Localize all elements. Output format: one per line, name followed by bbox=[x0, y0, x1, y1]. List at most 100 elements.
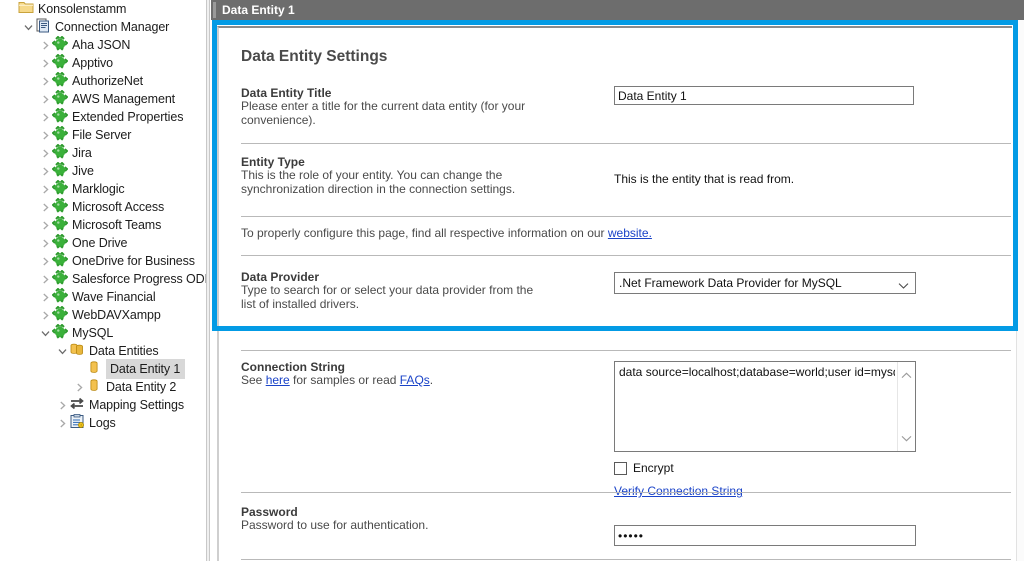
tree-node-marklogic[interactable]: Marklogic bbox=[0, 180, 206, 198]
data-provider-control: .Net Framework Data Provider for MySQL bbox=[614, 272, 916, 294]
chevron-right-icon[interactable] bbox=[38, 59, 52, 68]
tree-node-webdavxampp[interactable]: WebDAVXampp bbox=[0, 306, 206, 324]
chevron-right-icon[interactable] bbox=[38, 311, 52, 320]
chevron-right-icon[interactable] bbox=[38, 257, 52, 266]
password-input[interactable] bbox=[614, 525, 916, 546]
entity-icon bbox=[86, 378, 103, 396]
verify-connection-string-link[interactable]: Verify Connection String bbox=[614, 484, 743, 498]
connection-string-here-link[interactable]: here bbox=[266, 373, 290, 387]
connection-string-value: data source=localhost;database=world;use… bbox=[619, 365, 895, 379]
tree-node-konsolenstamm[interactable]: Konsolenstamm bbox=[0, 0, 206, 18]
tree-node-data-entity-2[interactable]: Data Entity 2 bbox=[0, 378, 206, 396]
chevron-right-icon[interactable] bbox=[72, 383, 86, 392]
tree-node-jira[interactable]: Jira bbox=[0, 144, 206, 162]
page-vertical-scrollbar[interactable] bbox=[1016, 20, 1024, 561]
chevron-right-icon[interactable] bbox=[38, 41, 52, 50]
plug-icon bbox=[52, 144, 69, 162]
chevron-right-icon[interactable] bbox=[38, 275, 52, 284]
tree-node-data-entity-1[interactable]: Data Entity 1 bbox=[0, 360, 206, 378]
scroll-up-icon[interactable] bbox=[901, 368, 912, 382]
tree-node-microsoft-access[interactable]: Microsoft Access bbox=[0, 198, 206, 216]
tree-node-authorizenet[interactable]: AuthorizeNet bbox=[0, 72, 206, 90]
data-provider-label: Data Provider bbox=[241, 270, 601, 284]
info-note-text: To properly configure this page, find al… bbox=[241, 226, 608, 240]
tree-node-logs[interactable]: !Logs bbox=[0, 414, 206, 432]
data-entity-title-input[interactable] bbox=[614, 86, 914, 105]
chevron-right-icon[interactable] bbox=[55, 419, 69, 428]
chevron-right-icon[interactable] bbox=[38, 77, 52, 86]
entity-type-value: This is the entity that is read from. bbox=[614, 172, 794, 186]
tree-node-aha-json[interactable]: Aha JSON bbox=[0, 36, 206, 54]
data-entity-title-control bbox=[614, 86, 914, 105]
plug-icon bbox=[52, 324, 69, 342]
tree-node-mysql[interactable]: MySQL bbox=[0, 324, 206, 342]
data-provider-value: .Net Framework Data Provider for MySQL bbox=[619, 276, 842, 290]
tree-node-extended-properties[interactable]: Extended Properties bbox=[0, 108, 206, 126]
console-tree-panel[interactable]: KonsolenstammConnection ManagerAha JSONA… bbox=[0, 0, 206, 561]
chevron-down-icon bbox=[898, 279, 909, 293]
chevron-right-icon[interactable] bbox=[38, 113, 52, 122]
tree-node-aws-management[interactable]: AWS Management bbox=[0, 90, 206, 108]
divider-5 bbox=[241, 492, 1011, 493]
tree-node-label: Microsoft Teams bbox=[72, 216, 165, 234]
connection-string-label: Connection String bbox=[241, 360, 601, 374]
connection-string-faqs-link[interactable]: FAQs bbox=[400, 373, 430, 387]
plug-icon bbox=[52, 306, 69, 324]
tree-node-mapping-settings[interactable]: Mapping Settings bbox=[0, 396, 206, 414]
tree-node-data-entities[interactable]: Data Entities bbox=[0, 342, 206, 360]
data-provider-dropdown[interactable]: .Net Framework Data Provider for MySQL bbox=[614, 272, 916, 294]
scroll-down-icon[interactable] bbox=[901, 431, 912, 445]
data-provider-description: Type to search for or select your data p… bbox=[241, 283, 541, 311]
titlebar-grip bbox=[213, 2, 216, 18]
svg-text:!: ! bbox=[80, 423, 81, 428]
plug-icon bbox=[52, 216, 69, 234]
encrypt-checkbox[interactable] bbox=[614, 462, 627, 475]
chevron-right-icon[interactable] bbox=[38, 167, 52, 176]
plug-icon bbox=[52, 162, 69, 180]
tree-node-label: Data Entity 1 bbox=[106, 359, 185, 379]
chevron-down-icon[interactable] bbox=[55, 347, 69, 356]
cs-desc-suffix: . bbox=[430, 373, 433, 387]
chevron-down-icon[interactable] bbox=[38, 329, 52, 338]
chevron-right-icon[interactable] bbox=[38, 149, 52, 158]
chevron-right-icon[interactable] bbox=[38, 221, 52, 230]
chevron-right-icon[interactable] bbox=[38, 203, 52, 212]
website-link[interactable]: website. bbox=[608, 226, 652, 240]
divider-4 bbox=[241, 350, 1011, 351]
tree-node-wave-financial[interactable]: Wave Financial bbox=[0, 288, 206, 306]
chevron-right-icon[interactable] bbox=[38, 131, 52, 140]
tree-node-label: OneDrive for Business bbox=[72, 252, 199, 270]
tree-node-label: WebDAVXampp bbox=[72, 306, 165, 324]
encrypt-row[interactable]: Encrypt bbox=[614, 461, 916, 475]
connection-string-scrollbar[interactable] bbox=[897, 362, 915, 451]
panel-splitter[interactable] bbox=[206, 0, 210, 561]
chevron-right-icon[interactable] bbox=[38, 185, 52, 194]
divider-2 bbox=[241, 216, 1011, 217]
plug-icon bbox=[52, 234, 69, 252]
plug-icon bbox=[52, 90, 69, 108]
data-entity-title-label: Data Entity Title bbox=[241, 86, 601, 100]
plug-icon bbox=[52, 126, 69, 144]
chevron-right-icon[interactable] bbox=[38, 239, 52, 248]
content-panel: Data Entity 1 Data Entity Settings Data … bbox=[211, 0, 1024, 561]
tree-node-file-server[interactable]: File Server bbox=[0, 126, 206, 144]
chevron-down-icon[interactable] bbox=[21, 23, 35, 32]
chevron-right-icon[interactable] bbox=[38, 95, 52, 104]
tree-node-connection-manager[interactable]: Connection Manager bbox=[0, 18, 206, 36]
settings-scroll-area[interactable]: Data Entity Settings Data Entity Title P… bbox=[211, 20, 1024, 561]
tree-node-onedrive-for-business[interactable]: OneDrive for Business bbox=[0, 252, 206, 270]
password-label: Password bbox=[241, 505, 601, 519]
connection-string-textarea[interactable]: data source=localhost;database=world;use… bbox=[614, 361, 916, 452]
tree-node-one-drive[interactable]: One Drive bbox=[0, 234, 206, 252]
application-window: KonsolenstammConnection ManagerAha JSONA… bbox=[0, 0, 1024, 561]
chevron-right-icon[interactable] bbox=[55, 401, 69, 410]
tree-node-microsoft-teams[interactable]: Microsoft Teams bbox=[0, 216, 206, 234]
tree-node-jive[interactable]: Jive bbox=[0, 162, 206, 180]
folder-icon bbox=[18, 0, 35, 18]
chevron-right-icon[interactable] bbox=[38, 293, 52, 302]
tree-node-label: Apptivo bbox=[72, 54, 117, 72]
tree-node-label: Microsoft Access bbox=[72, 198, 168, 216]
tree-node-salesforce-progress-odbc[interactable]: Salesforce Progress ODBC bbox=[0, 270, 206, 288]
connection-string-control: data source=localhost;database=world;use… bbox=[614, 361, 916, 498]
tree-node-apptivo[interactable]: Apptivo bbox=[0, 54, 206, 72]
